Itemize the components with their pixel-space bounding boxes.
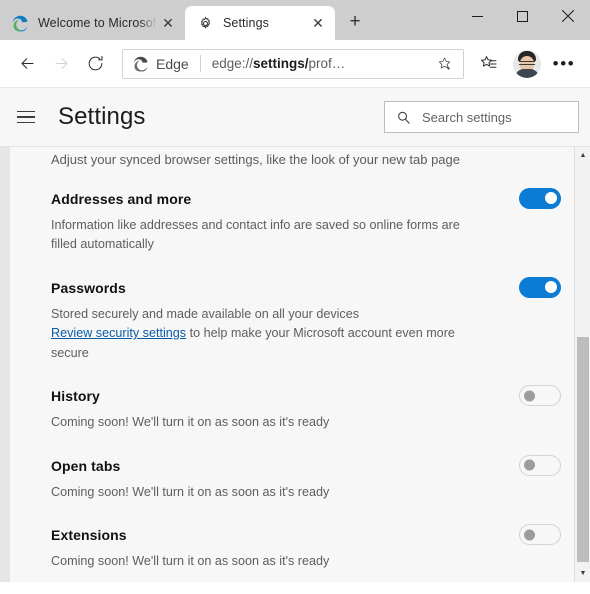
browser-toolbar: Edge edge://settings/prof… •••: [0, 40, 590, 88]
scrollbar-thumb[interactable]: [577, 337, 589, 562]
hamburger-menu-icon[interactable]: [17, 104, 43, 130]
window-controls: [455, 0, 590, 40]
sync-intro-text: Adjust your synced browser settings, lik…: [51, 152, 460, 167]
tab-close-icon[interactable]: ✕: [157, 12, 179, 34]
settings-page-header: Settings: [0, 88, 590, 147]
browser-tab-settings[interactable]: Settings ✕: [185, 6, 335, 40]
setting-title: History: [51, 388, 100, 405]
forward-button[interactable]: [44, 47, 78, 81]
scroll-up-arrow-icon[interactable]: ▲: [575, 147, 590, 164]
close-button[interactable]: [545, 0, 590, 32]
setting-row-history: History Coming soon! We'll turn it on as…: [51, 385, 570, 433]
tab-title: Welcome to Microsoft: [38, 16, 157, 30]
gear-icon: [197, 15, 214, 32]
setting-row-passwords: Passwords Stored securely and made avail…: [51, 276, 570, 364]
url-prefix: edge://: [211, 56, 253, 71]
toggle-addresses-and-more[interactable]: [519, 187, 561, 209]
tab-strip: Welcome to Microsoft ✕ Settings ✕ +: [0, 0, 590, 40]
profile-avatar[interactable]: [513, 49, 541, 78]
hamburger-line-3: [17, 121, 35, 124]
page-title: Settings: [58, 103, 146, 130]
more-options-icon[interactable]: •••: [548, 48, 580, 80]
toggle-history[interactable]: [519, 385, 561, 407]
left-gutter: [0, 147, 10, 582]
edge-logo-icon: [12, 15, 29, 32]
maximize-button[interactable]: [500, 0, 545, 32]
settings-content-area: Adjust your synced browser settings, lik…: [0, 147, 590, 582]
setting-description: Stored securely and made available on al…: [51, 306, 360, 321]
new-tab-button[interactable]: +: [339, 6, 371, 38]
settings-scroll-region: Adjust your synced browser settings, lik…: [10, 147, 590, 582]
favorites-icon[interactable]: [472, 48, 504, 80]
omnibox-separator: [199, 55, 201, 72]
omnibox-brand-label: Edge: [156, 55, 189, 72]
toggle-extensions[interactable]: [519, 524, 561, 546]
avatar-body: [515, 68, 539, 78]
setting-title: Addresses and more: [51, 190, 192, 207]
setting-description: Coming soon! We'll turn it on as soon as…: [51, 415, 330, 430]
address-bar[interactable]: Edge edge://settings/prof…: [122, 48, 464, 79]
search-input[interactable]: [422, 109, 578, 125]
toggle-passwords[interactable]: [519, 276, 561, 298]
back-button[interactable]: [10, 47, 44, 81]
avatar-glasses: [519, 60, 535, 65]
tab-close-icon[interactable]: ✕: [307, 12, 329, 34]
search-icon: [396, 110, 411, 125]
url-suffix: prof…: [308, 56, 346, 71]
toggle-open-tabs[interactable]: [519, 454, 561, 476]
ellipsis-glyph: •••: [552, 53, 576, 73]
url-path-bold: settings/: [253, 56, 309, 71]
browser-tab-welcome[interactable]: Welcome to Microsoft ✕: [0, 6, 185, 40]
add-favorite-icon[interactable]: [431, 51, 457, 77]
omnibox-url[interactable]: edge://settings/prof…: [212, 56, 431, 71]
scroll-down-arrow-icon[interactable]: ▼: [575, 565, 590, 582]
setting-title: Passwords: [51, 279, 126, 296]
setting-row-open-tabs: Open tabs Coming soon! We'll turn it on …: [51, 454, 570, 503]
hamburger-line-2: [17, 116, 35, 118]
hamburger-line-1: [17, 110, 35, 113]
setting-title: Open tabs: [51, 457, 121, 474]
tab-title: Settings: [223, 16, 269, 30]
minimize-button[interactable]: [455, 0, 500, 32]
setting-row-addresses-and-more: Addresses and more Information like addr…: [51, 187, 570, 255]
search-settings-box[interactable]: [384, 101, 579, 133]
review-security-settings-link[interactable]: Review security settings: [51, 326, 186, 340]
vertical-scrollbar[interactable]: ▲ ▼: [574, 147, 590, 582]
edge-brand-icon: [133, 56, 149, 72]
setting-description-link-line: Review security settings to help make yo…: [51, 324, 471, 363]
setting-row-extensions: Extensions Coming soon! We'll turn it on…: [51, 524, 570, 572]
setting-description: Coming soon! We'll turn it on as soon as…: [51, 554, 330, 569]
refresh-button[interactable]: [78, 47, 112, 81]
setting-description: Information like addresses and contact i…: [51, 217, 460, 252]
setting-title: Extensions: [51, 527, 127, 544]
setting-description: Coming soon! We'll turn it on as soon as…: [51, 484, 330, 499]
